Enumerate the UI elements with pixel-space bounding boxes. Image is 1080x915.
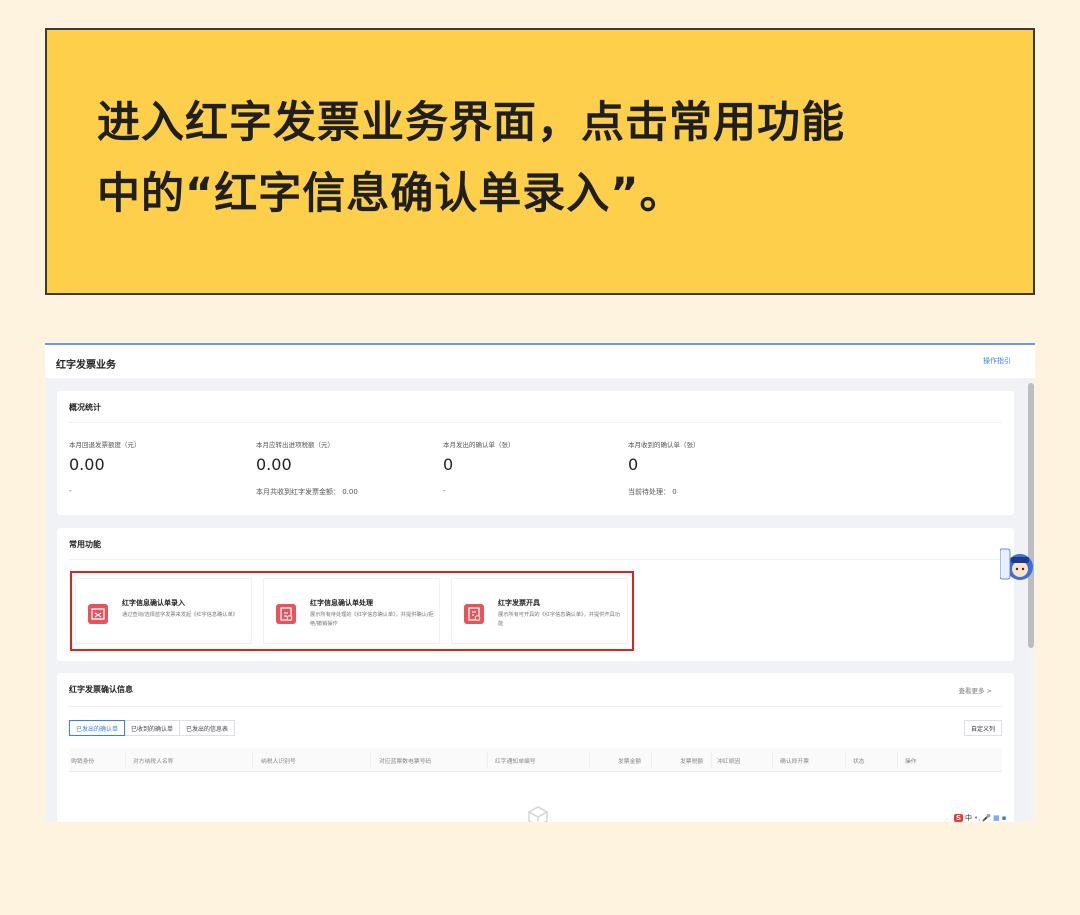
stat-value: 0 (628, 455, 639, 474)
column-divider (897, 753, 898, 767)
column-header: 操作 (905, 759, 917, 765)
table-header: 购销身份 对方纳税人名称 纳税人识别号 对应蓝票数电票号码 红字通知单编号 发票… (69, 748, 1002, 772)
stat-value: 0.00 (256, 455, 292, 474)
stat-value: 0.00 (69, 455, 105, 474)
page-title: 红字发票业务 (56, 360, 116, 371)
assistant-avatar-icon[interactable] (999, 545, 1034, 585)
tab-sent-info-tables[interactable]: 已发出的信息表 (179, 720, 236, 736)
ime-language: 中 (965, 814, 973, 822)
invoice-issue-icon (464, 604, 484, 624)
punctuation-icon: •, (974, 814, 981, 822)
stat-sub: - (69, 487, 72, 495)
column-header: 冲红原因 (717, 759, 741, 765)
function-name: 红字信息确认单录入 (122, 599, 185, 607)
ime-toolbar[interactable]: S 中 •, 🎤 ▦ ▪ (954, 813, 1007, 822)
column-divider (651, 753, 652, 767)
stat-sub: - (443, 487, 446, 495)
tab-bar: 已发出的确认单 已收到的确认单 已发出的信息表 (69, 720, 236, 736)
tab-sent-confirmations[interactable]: 已发出的确认单 (69, 720, 126, 736)
function-red-confirm-process[interactable]: 红字信息确认单处理 展示所有待处理的《红字信息确认单》，并提供确认/拒绝/撤销操… (263, 578, 440, 644)
column-header: 发票税额 (680, 759, 704, 765)
app-header: 红字发票业务 操作指引 (45, 345, 1035, 378)
instruction-banner: 进入红字发票业务界面，点击常用功能 中的“红字信息确认单录入”。 (45, 28, 1035, 295)
function-desc: 通过查询/选择蓝字发票来发起《红字信息确认单》 (122, 612, 238, 618)
instruction-line-1: 进入红字发票业务界面，点击常用功能 (97, 98, 845, 148)
swap-icon (88, 604, 108, 624)
divider (69, 706, 1002, 707)
ime-logo: S (954, 814, 964, 822)
stat-sub: 当前待处理： 0 (628, 488, 677, 496)
instruction-text: 进入红字发票业务界面，点击常用功能 中的“红字信息确认单录入”。 (97, 88, 997, 230)
tab-received-confirmations[interactable]: 已收到的确认单 (124, 720, 181, 736)
column-divider (252, 753, 253, 767)
function-desc: 展示所有可开具的《红字信息确认单》，并提供开具功能 (498, 612, 620, 627)
column-header: 对应蓝票数电票号码 (379, 759, 432, 765)
instruction-line-2: 中的“红字信息确认单录入”。 (97, 169, 684, 219)
view-more-link[interactable]: 查看更多 > (958, 685, 992, 695)
column-divider (487, 753, 488, 767)
stat-input-tax-out: 本月应转出进项税额（元） 0.00 (256, 439, 436, 474)
custom-columns-button[interactable]: 自定义列 (963, 720, 1002, 736)
function-desc: 展示所有待处理的《红字信息确认单》，并提供确认/拒绝/撤销操作 (310, 612, 434, 627)
highlight-box: 红字信息确认单录入 通过查询/选择蓝字发票来发起《红字信息确认单》 红字信息确认… (70, 571, 634, 651)
divider (69, 422, 1002, 423)
column-header: 纳税人识别号 (261, 759, 296, 765)
column-divider (589, 753, 590, 767)
column-header: 红字通知单编号 (495, 759, 536, 765)
microphone-icon: 🎤 (982, 814, 992, 822)
app-screenshot: 红字发票业务 操作指引 概况统计 本月回退发票额度（元） 0.00 - 本月应转… (45, 343, 1035, 822)
column-divider (845, 753, 846, 767)
column-header: 购销身份 (71, 759, 95, 765)
grid-icon: ▪ (1001, 814, 1007, 822)
stat-label: 本月发出的确认单（张） (443, 441, 515, 449)
stat-label: 本月回退发票额度（元） (69, 441, 141, 449)
stat-label: 本月收到的确认单（张） (628, 441, 700, 449)
divider (69, 559, 1002, 560)
keyboard-icon: ▦ (993, 814, 1000, 822)
confirm-info-title: 红字发票确认信息 (69, 685, 133, 694)
function-name: 红字发票开具 (498, 599, 540, 607)
common-functions-card: 常用功能 红字信息确认单录入 通过查询/选择蓝字发票来发起《红字信息确认单》 红… (57, 528, 1014, 661)
overview-title: 概况统计 (69, 403, 101, 412)
column-divider (370, 753, 371, 767)
function-red-invoice-issue[interactable]: 红字发票开具 展示所有可开具的《红字信息确认单》，并提供开具功能 (451, 578, 628, 644)
overview-card: 概况统计 本月回退发票额度（元） 0.00 - 本月应转出进项税额（元） 0.0… (57, 391, 1014, 515)
column-header: 状态 (853, 759, 865, 765)
column-header: 发票金额 (618, 759, 642, 765)
guide-link[interactable]: 操作指引 (983, 356, 1011, 366)
column-header: 对方纳税人名称 (133, 759, 174, 765)
scrollbar-thumb[interactable] (1028, 383, 1034, 648)
stat-refund-quota: 本月回退发票额度（元） 0.00 (69, 439, 249, 474)
vertical-scrollbar[interactable] (1027, 378, 1035, 822)
stat-sub: 本月共收到红字发票金额： 0.00 (256, 488, 358, 496)
stat-received-confirmations: 本月收到的确认单（张） 0 (628, 439, 808, 474)
confirm-info-card: 红字发票确认信息 查看更多 > 已发出的确认单 已收到的确认单 已发出的信息表 … (57, 673, 1014, 822)
stat-label: 本月应转出进项税额（元） (256, 441, 334, 449)
stat-value: 0 (443, 455, 454, 474)
column-divider (125, 753, 126, 767)
function-red-confirm-entry[interactable]: 红字信息确认单录入 通过查询/选择蓝字发票来发起《红字信息确认单》 (75, 578, 252, 644)
column-header: 确认即开票 (780, 759, 809, 765)
stat-sent-confirmations: 本月发出的确认单（张） 0 (443, 439, 623, 474)
column-divider (772, 753, 773, 767)
function-name: 红字信息确认单处理 (310, 599, 373, 607)
column-divider (711, 753, 712, 767)
document-edit-icon (276, 604, 296, 624)
empty-box-icon (528, 806, 548, 822)
functions-title: 常用功能 (69, 540, 101, 549)
